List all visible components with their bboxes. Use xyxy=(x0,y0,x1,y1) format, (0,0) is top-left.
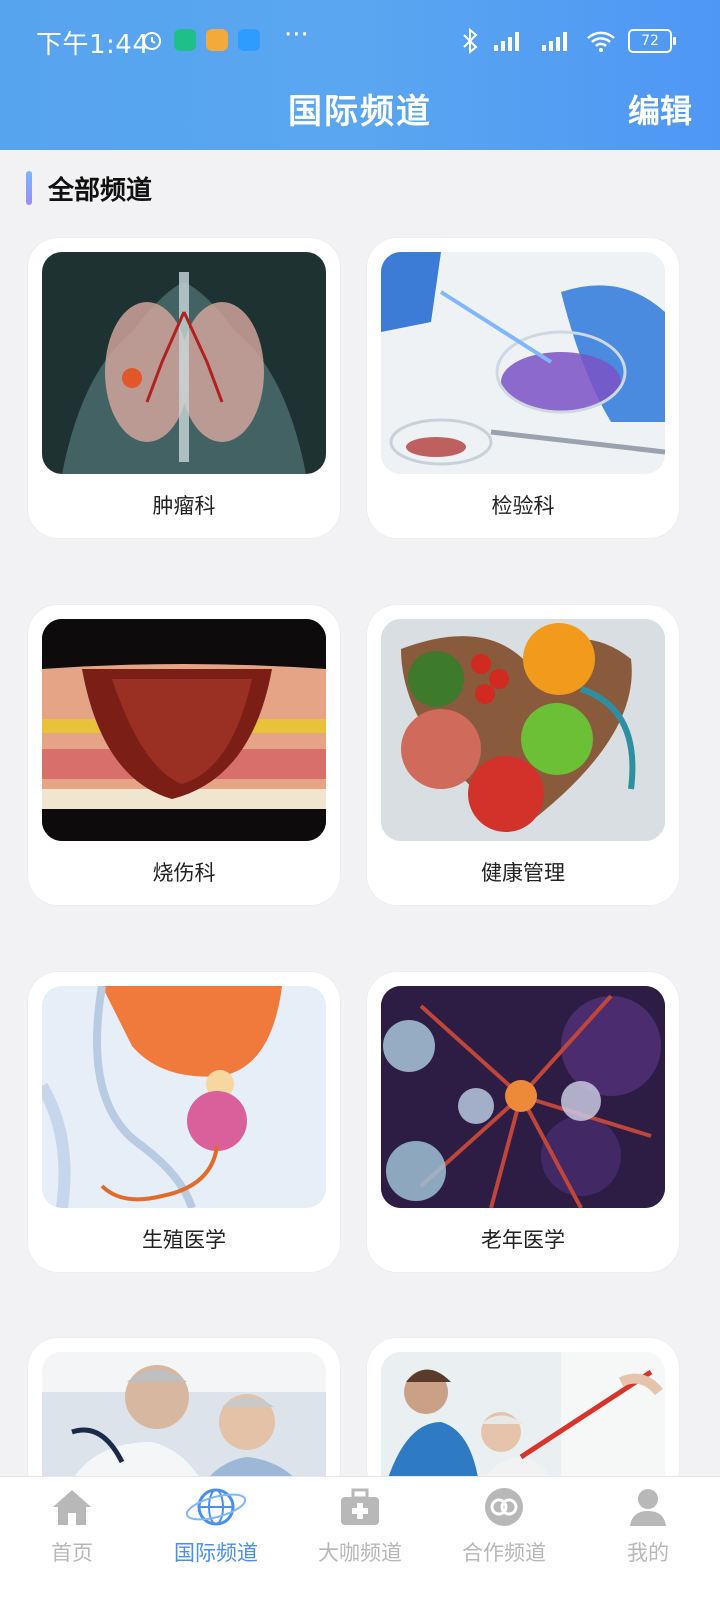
home-icon xyxy=(53,1490,91,1525)
nav-profile-label: 我的 xyxy=(627,1541,669,1565)
nav-experts[interactable]: 大咖频道 xyxy=(288,1477,432,1567)
alarm-icon xyxy=(143,32,161,50)
wifi-icon xyxy=(587,31,615,52)
nav-international-label: 国际频道 xyxy=(174,1541,258,1565)
edit-button[interactable]: 编辑 xyxy=(628,86,692,132)
burns-image xyxy=(42,619,326,841)
bottom-nav: 首页 国际频道 大咖频道 合作频道 我的 xyxy=(0,1476,720,1601)
page-title: 国际频道 xyxy=(288,92,432,132)
channel-card-7[interactable] xyxy=(28,1338,340,1498)
signal-icon-1 xyxy=(494,32,519,51)
app-header: 下午1:44 ··· 72 国际频道 编辑 xyxy=(0,0,720,150)
section-accent-bar xyxy=(26,171,32,205)
channel-card-oncology[interactable]: 肿瘤科 xyxy=(28,238,340,538)
lab-image xyxy=(381,252,665,474)
medical-kit-icon xyxy=(341,1488,379,1525)
channel-label: 检验科 xyxy=(491,494,555,518)
status-system: 72 xyxy=(462,28,676,54)
gallery-app-icon xyxy=(206,29,228,51)
oncology-image xyxy=(42,252,326,474)
channel-label: 肿瘤科 xyxy=(152,494,216,518)
bluetooth-icon xyxy=(463,28,478,54)
channel-label: 生殖医学 xyxy=(142,1228,226,1252)
signal-icon-2 xyxy=(542,32,567,51)
chat-app-icon xyxy=(238,29,260,51)
channel-card-lab[interactable]: 检验科 xyxy=(367,238,679,538)
geriatrics-image xyxy=(381,986,665,1208)
channel-card-8[interactable] xyxy=(367,1338,679,1498)
channel-card-health[interactable]: 健康管理 xyxy=(367,605,679,905)
nav-home[interactable]: 首页 xyxy=(0,1477,144,1567)
nav-cooperation[interactable]: 合作频道 xyxy=(432,1477,576,1567)
status-time: 下午1:44 xyxy=(36,30,150,60)
globe-icon xyxy=(185,1488,247,1526)
nav-experts-label: 大咖频道 xyxy=(318,1541,402,1565)
security-app-icon xyxy=(174,29,196,51)
battery-indicator: 72 xyxy=(628,29,676,53)
channel-card-reproductive[interactable]: 生殖医学 xyxy=(28,972,340,1272)
channel-card-geriatrics[interactable]: 老年医学 xyxy=(367,972,679,1272)
nav-international[interactable]: 国际频道 xyxy=(144,1477,288,1567)
health-image xyxy=(381,619,665,841)
cooperation-icon xyxy=(485,1488,523,1526)
section-header: 全部频道 xyxy=(26,170,152,206)
user-icon xyxy=(630,1489,666,1526)
channel-card-burns[interactable]: 烧伤科 xyxy=(28,605,340,905)
channel-label: 健康管理 xyxy=(481,861,565,885)
nav-cooperation-label: 合作频道 xyxy=(462,1541,546,1565)
channel-label: 烧伤科 xyxy=(152,861,216,885)
channel-label: 老年医学 xyxy=(481,1228,565,1252)
more-notifications-icon: ··· xyxy=(284,20,309,50)
status-notifications: ··· xyxy=(140,20,309,52)
nav-profile[interactable]: 我的 xyxy=(576,1477,720,1567)
section-title: 全部频道 xyxy=(48,175,153,206)
status-bar: 下午1:44 ··· 72 xyxy=(0,0,720,84)
reproductive-image xyxy=(42,986,326,1208)
nav-home-label: 首页 xyxy=(51,1541,93,1565)
